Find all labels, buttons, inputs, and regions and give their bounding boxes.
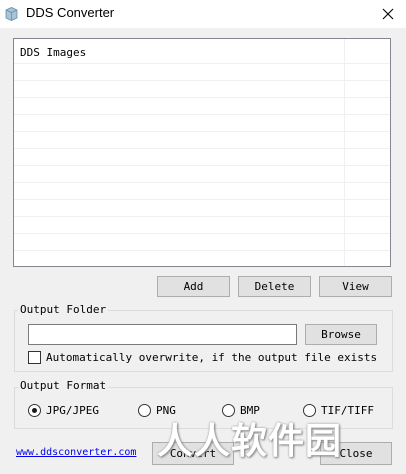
close-icon [382, 8, 394, 20]
close-window-button[interactable] [370, 0, 406, 28]
overwrite-label[interactable]: Automatically overwrite, if the output f… [46, 351, 377, 364]
browse-button[interactable]: Browse [305, 324, 377, 345]
app-icon [5, 7, 18, 21]
list-row-divider [14, 131, 390, 132]
list-row-divider [14, 250, 390, 251]
list-row-divider [14, 80, 390, 81]
add-button[interactable]: Add [157, 276, 230, 297]
list-row-divider [14, 182, 390, 183]
list-row-divider [14, 199, 390, 200]
radio-png[interactable] [138, 404, 151, 417]
list-row-divider [14, 97, 390, 98]
website-link[interactable]: www.ddsconverter.com [16, 447, 136, 458]
overwrite-checkbox[interactable] [28, 351, 41, 364]
list-row-divider [14, 165, 390, 166]
watermark: 人人软件园 [157, 421, 343, 462]
window-title: DDS Converter [26, 5, 115, 20]
view-button[interactable]: View [319, 276, 392, 297]
list-row-divider [14, 233, 390, 234]
title-bar: DDS Converter [0, 0, 406, 28]
list-column-divider [344, 39, 345, 266]
list-row-divider [14, 63, 390, 64]
list-row-divider [14, 114, 390, 115]
output-format-label: Output Format [18, 379, 109, 392]
radio-jpg-jpeg[interactable] [28, 404, 41, 417]
dds-images-list[interactable]: DDS Images [13, 38, 391, 267]
radio-jpg-jpeg-label[interactable]: JPG/JPEG [46, 404, 99, 417]
list-row-divider [14, 216, 390, 217]
output-folder-input[interactable] [28, 324, 297, 345]
output-folder-label: Output Folder [18, 303, 109, 316]
list-column-header: DDS Images [20, 46, 87, 59]
delete-button[interactable]: Delete [238, 276, 311, 297]
list-row-divider [14, 148, 390, 149]
